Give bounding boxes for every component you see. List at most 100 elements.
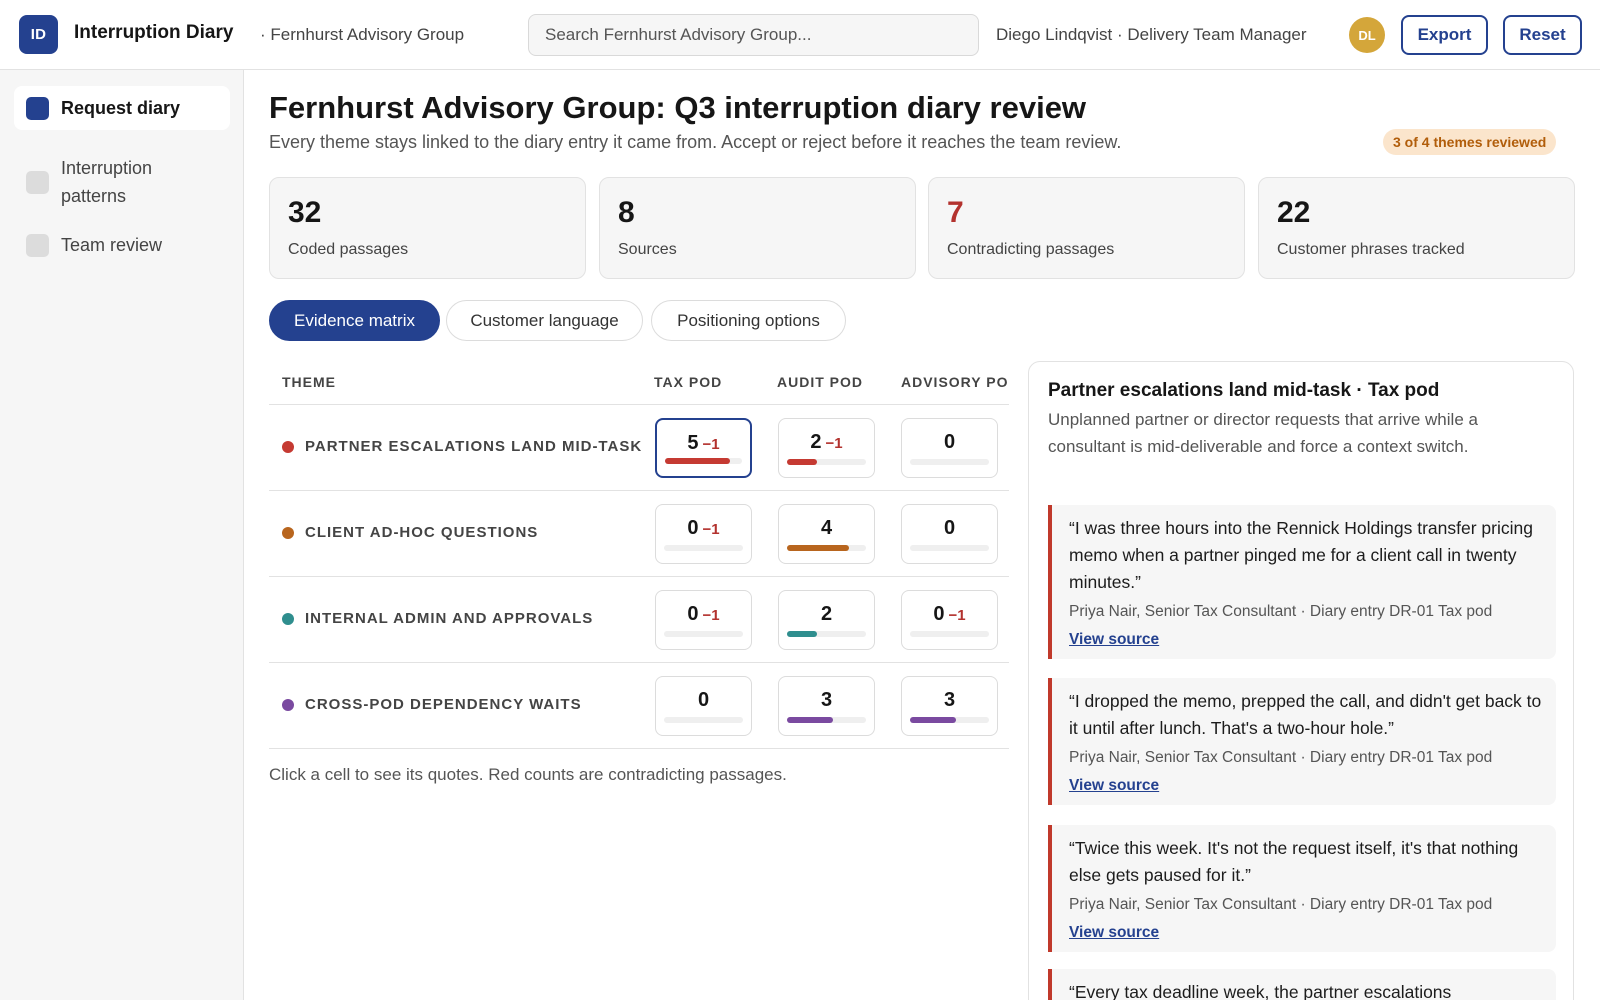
sidebar-item-request-diary[interactable]: Request diary	[14, 86, 230, 130]
column-header-tax-pod: TAX POD	[654, 374, 723, 390]
quote-attribution: Priya Nair, Senior Tax Consultant · Diar…	[1069, 896, 1493, 913]
sidebar-item-team-review[interactable]: Team review	[14, 223, 230, 267]
tab-customer-language[interactable]: Customer language	[446, 300, 643, 341]
cell-count: 0	[943, 517, 956, 539]
sidebar-item-interruption-patterns[interactable]: Interruption patterns	[14, 146, 204, 218]
cell-bar-fill	[787, 717, 833, 723]
matrix-cell[interactable]: 2 −1	[778, 418, 875, 478]
reset-button[interactable]: Reset	[1503, 15, 1582, 55]
quote-card: “I was three hours into the Rennick Hold…	[1048, 505, 1556, 659]
matrix-note: Click a cell to see its quotes. Red coun…	[269, 765, 787, 784]
cell-values: 0	[656, 689, 751, 712]
quote-card: “Every tax deadline week, the partner es…	[1048, 969, 1556, 1000]
theme-name: INTERNAL ADMIN AND APPROVALS	[305, 610, 594, 627]
stat-value: 32	[288, 196, 322, 229]
matrix-cell[interactable]: 0	[655, 676, 752, 736]
stat-label: Coded passages	[288, 241, 409, 258]
cell-values: 4	[779, 517, 874, 540]
quote-text: “Every tax deadline week, the partner es…	[1069, 982, 1452, 1000]
cell-contradicting-count: −1	[825, 435, 843, 452]
cell-count: 2	[820, 603, 833, 625]
table-row: PARTNER ESCALATIONS LAND MID-TASK 5 −1 2 −1 0	[269, 405, 1009, 491]
column-header-advisory-pod: ADVISORY POD	[901, 374, 1009, 390]
matrix-cell[interactable]: 5 −1	[655, 418, 752, 478]
cell-bar-fill	[787, 459, 818, 465]
quote-attribution: Priya Nair, Senior Tax Consultant · Diar…	[1069, 749, 1493, 766]
view-source-link[interactable]: View source	[1069, 777, 1159, 795]
top-bar: ID Interruption Diary · Fernhurst Adviso…	[0, 0, 1600, 70]
detail-panel: Partner escalations land mid-task · Tax …	[1028, 361, 1574, 1000]
divider	[269, 748, 1009, 749]
cell-bar-track	[910, 717, 989, 723]
sidebar-item-label: Team review	[61, 235, 163, 255]
matrix-cell[interactable]: 3	[778, 676, 875, 736]
app-title: Interruption Diary	[74, 22, 234, 43]
sidebar-item-label: Interruption patterns	[61, 158, 153, 206]
stat-value: 7	[947, 196, 964, 229]
cell-count: 3	[820, 689, 833, 711]
tab-positioning-options[interactable]: Positioning options	[651, 300, 846, 341]
cell-contradicting-count: −1	[702, 521, 720, 538]
sidebar: Request diary Interruption patterns Team…	[0, 70, 244, 1000]
search-input[interactable]	[528, 14, 979, 56]
matrix-cell[interactable]: 0 −1	[655, 504, 752, 564]
cell-contradicting-count: −1	[702, 436, 720, 453]
cell-count: 4	[820, 517, 833, 539]
cell-count: 0	[697, 689, 710, 711]
matrix-cell[interactable]: 0 −1	[655, 590, 752, 650]
export-button[interactable]: Export	[1401, 15, 1488, 55]
sidebar-item-label: Request diary	[61, 98, 181, 118]
cell-values: 5 −1	[657, 432, 750, 455]
matrix-cell[interactable]: 0	[901, 504, 998, 564]
theme-color-dot	[282, 699, 294, 711]
cell-bar-track	[910, 545, 989, 551]
app-logo[interactable]: ID	[19, 15, 58, 54]
theme-color-dot	[282, 441, 294, 453]
tab-evidence-matrix[interactable]: Evidence matrix	[269, 300, 440, 341]
cell-contradicting-count: −1	[702, 607, 720, 624]
stat-value: 8	[618, 196, 635, 229]
cell-values: 0 −1	[656, 517, 751, 540]
view-source-link[interactable]: View source	[1069, 924, 1159, 942]
stat-label: Customer phrases tracked	[1277, 241, 1465, 258]
cell-bar-fill	[787, 631, 818, 637]
column-header-audit-pod: AUDIT POD	[777, 374, 863, 390]
cell-count: 0	[943, 431, 956, 453]
column-header-theme: THEME	[282, 374, 336, 390]
matrix-cell[interactable]: 0 −1	[901, 590, 998, 650]
quote-text: “I dropped the memo, prepped the call, a…	[1069, 691, 1542, 738]
quote-card: “I dropped the memo, prepped the call, a…	[1048, 678, 1556, 805]
cell-bar-fill	[787, 545, 849, 551]
cell-contradicting-count: −1	[948, 607, 966, 624]
table-row: INTERNAL ADMIN AND APPROVALS 0 −1 2 0 −1	[269, 577, 1009, 663]
cell-values: 3	[902, 689, 997, 712]
stat-card-coded-passages: 32 Coded passages	[269, 177, 586, 279]
avatar[interactable]: DL	[1349, 17, 1385, 53]
stat-label: Sources	[618, 241, 677, 258]
cell-values: 0 −1	[902, 603, 997, 626]
cell-bar-track	[787, 545, 866, 551]
theme-color-dot	[282, 527, 294, 539]
cell-values: 3	[779, 689, 874, 712]
cell-bar-track	[910, 631, 989, 637]
request-diary-icon	[26, 97, 49, 120]
interruption-patterns-icon	[26, 171, 49, 194]
cell-bar-track	[664, 545, 743, 551]
team-review-icon	[26, 234, 49, 257]
matrix-cell[interactable]: 3	[901, 676, 998, 736]
cell-count: 5	[687, 432, 699, 454]
theme-name: PARTNER ESCALATIONS LAND MID-TASK	[305, 438, 643, 455]
view-source-link[interactable]: View source	[1069, 631, 1159, 649]
stat-card-sources: 8 Sources	[599, 177, 916, 279]
cell-bar-track	[787, 717, 866, 723]
cell-count: 2	[810, 431, 822, 453]
org-name: · Fernhurst Advisory Group	[260, 25, 465, 44]
cell-values: 0	[902, 517, 997, 540]
matrix-cell[interactable]: 0	[901, 418, 998, 478]
status-badge: 3 of 4 themes reviewed	[1383, 129, 1557, 155]
stat-card-contradicting-passages: 7 Contradicting passages	[928, 177, 1245, 279]
matrix-cell[interactable]: 2	[778, 590, 875, 650]
matrix-cell[interactable]: 4	[778, 504, 875, 564]
stat-card-customer-phrases: 22 Customer phrases tracked	[1258, 177, 1575, 279]
cell-bar-track	[664, 631, 743, 637]
